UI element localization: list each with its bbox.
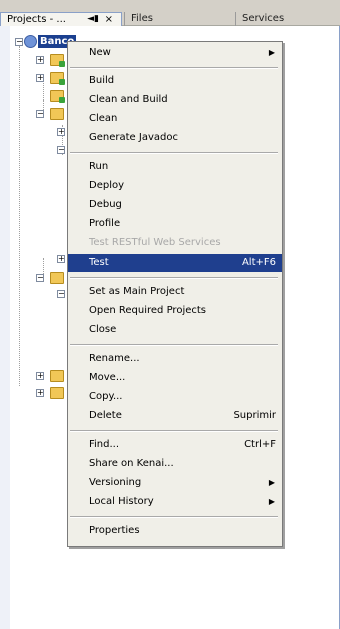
menu-item-local-history[interactable]: Local History ▶ [68,493,282,511]
tab-services-label: Services [242,13,285,24]
submenu-arrow-icon: ▶ [268,497,275,506]
menu-item-run[interactable]: Run [68,158,282,176]
menu-item-label: Deploy [89,180,125,191]
menu-item-set-main-project[interactable]: Set as Main Project [68,283,282,301]
collapse-icon[interactable]: − [57,290,65,298]
menu-separator [70,152,278,154]
folder-icon [50,108,64,120]
menu-item-label: Set as Main Project [89,286,185,297]
menu-item-label: Properties [89,525,140,536]
menu-item-label: Find... [89,439,120,450]
menu-item-test-restful: Test RESTful Web Services [68,234,282,252]
menu-item-properties[interactable]: Properties [68,522,282,540]
folder-icon [50,90,65,103]
menu-item-label: Generate Javadoc [89,132,178,143]
tab-services[interactable]: Services [235,12,340,26]
menu-item-deploy[interactable]: Deploy [68,177,282,195]
menu-item-label: Build [89,75,115,86]
pin-icon[interactable]: ◄▮ [87,13,99,26]
menu-item-label: Move... [89,372,126,383]
menu-item-shortcut: Suprimir [233,410,276,421]
library-folder-icon [50,370,64,382]
expand-icon[interactable]: + [36,74,44,82]
menu-separator [70,67,278,69]
menu-item-label: Copy... [89,391,123,402]
tab-projects[interactable]: Projects - ... ◄▮ × [0,12,122,26]
menu-item-label: Profile [89,218,121,229]
menu-item-label: Versioning [89,477,142,488]
menu-item-clean[interactable]: Clean [68,110,282,128]
collapse-icon[interactable]: − [57,146,65,154]
folder-icon [50,272,64,284]
menu-item-label: Delete [89,410,122,421]
submenu-arrow-icon: ▶ [268,478,275,487]
expand-icon[interactable]: + [57,128,65,136]
menu-item-debug[interactable]: Debug [68,196,282,214]
menu-item-label: New [89,47,111,58]
expand-icon[interactable]: + [36,389,44,397]
menu-item-test[interactable]: Test Alt+F6 [68,254,282,272]
tab-projects-label: Projects - ... [7,14,66,25]
menu-item-shortcut: Alt+F6 [241,257,276,268]
folder-icon [50,72,65,85]
tree-connector [43,80,44,100]
menu-separator [70,516,278,518]
submenu-arrow-icon: ▶ [268,48,275,57]
expand-icon[interactable]: + [36,372,44,380]
collapse-icon[interactable]: − [36,274,44,282]
library-folder-icon [50,387,64,399]
tab-files-label: Files [131,13,153,24]
menu-item-copy[interactable]: Copy... [68,388,282,406]
expand-icon[interactable]: + [36,56,44,64]
window-tab-bar: Projects - ... ◄▮ × Files Services [0,0,340,26]
menu-item-versioning[interactable]: Versioning ▶ [68,474,282,492]
menu-item-label: Clean [89,113,118,124]
menu-item-build[interactable]: Build [68,72,282,90]
menu-item-open-required-projects[interactable]: Open Required Projects [68,302,282,320]
menu-separator [70,430,278,432]
menu-item-new[interactable]: New ▶ [68,44,282,62]
menu-item-label: Local History [89,496,154,507]
menu-item-shortcut: Ctrl+F [244,439,276,450]
menu-item-label: Rename... [89,353,140,364]
tab-files[interactable]: Files [124,12,234,26]
menu-item-rename[interactable]: Rename... [68,350,282,368]
tree-connector [19,46,20,386]
context-menu: New ▶ Build Clean and Build Clean Genera… [67,41,283,547]
menu-item-label: Run [89,161,109,172]
menu-item-label: Debug [89,199,122,210]
menu-item-generate-javadoc[interactable]: Generate Javadoc [68,129,282,147]
menu-item-label: Share on Kenai... [89,458,174,469]
menu-item-share-on-kenai[interactable]: Share on Kenai... [68,455,282,473]
menu-item-label: Test RESTful Web Services [89,237,221,248]
project-globe-icon [24,35,37,48]
close-icon[interactable]: × [105,13,113,26]
menu-item-label: Clean and Build [89,94,168,105]
menu-item-move[interactable]: Move... [68,369,282,387]
folder-icon [50,54,65,67]
menu-item-find[interactable]: Find... Ctrl+F [68,436,282,454]
menu-item-close[interactable]: Close [68,321,282,339]
menu-separator [70,277,278,279]
expand-icon[interactable]: + [57,255,65,263]
menu-item-label: Close [89,324,117,335]
menu-separator [70,344,278,346]
tree-gutter [0,26,10,629]
menu-item-label: Open Required Projects [89,305,206,316]
collapse-icon[interactable]: − [15,38,23,46]
collapse-icon[interactable]: − [36,110,44,118]
menu-item-label: Test [89,257,109,268]
menu-item-profile[interactable]: Profile [68,215,282,233]
menu-item-delete[interactable]: Delete Suprimir [68,407,282,425]
menu-item-clean-and-build[interactable]: Clean and Build [68,91,282,109]
